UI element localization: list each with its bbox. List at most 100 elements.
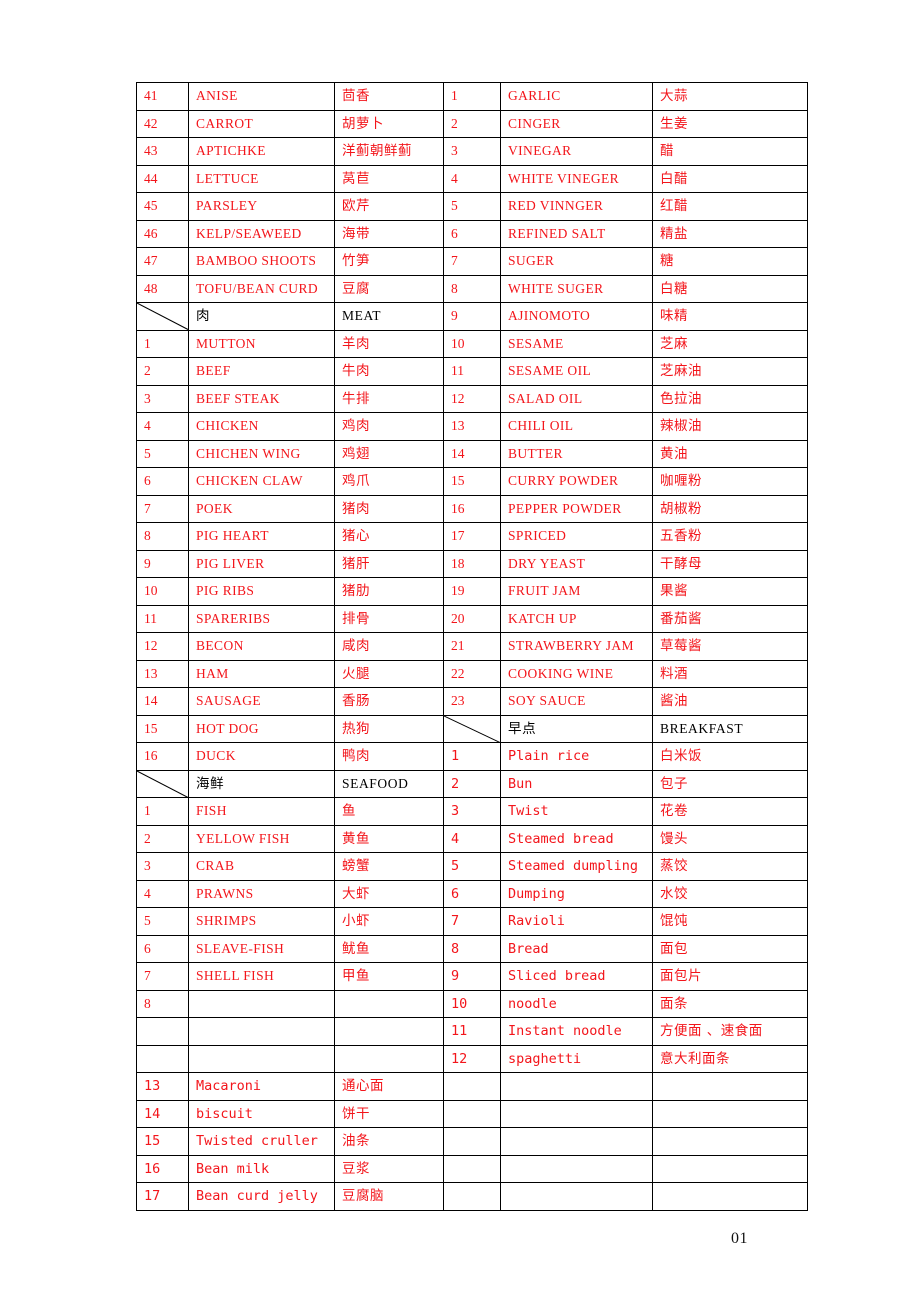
table-row: 2 YELLOW FISH 黄鱼 4 Steamed bread 馒头 — [136, 824, 808, 853]
cell-number: 3 — [136, 852, 189, 881]
cell-chinese: 红醋 — [652, 192, 808, 221]
cell-number: 6 — [443, 879, 501, 908]
cell-number: 48 — [136, 274, 189, 303]
cell-chinese: 香肠 — [334, 687, 444, 716]
cell-english: Twisted cruller — [188, 1127, 335, 1156]
section-label-en: BREAKFAST — [652, 714, 808, 743]
cell-chinese: 馄饨 — [652, 907, 808, 936]
cell-number: 17 — [443, 522, 501, 551]
cell-number: 18 — [443, 549, 501, 578]
cell-english: PRAWNS — [188, 879, 335, 908]
cell-english: Sliced bread — [500, 962, 653, 991]
table-row: 6 CHICKEN CLAW 鸡爪 15 CURRY POWDER 咖喱粉 — [136, 467, 808, 496]
cell-number: 7 — [443, 247, 501, 276]
cell-english — [188, 989, 335, 1018]
cell-number — [136, 1044, 189, 1073]
cell-english: Steamed bread — [500, 824, 653, 853]
cell-number: 20 — [443, 604, 501, 633]
diagonal-slash-cell — [136, 769, 189, 798]
cell-english: FRUIT JAM — [500, 577, 653, 606]
cell-number: 8 — [443, 934, 501, 963]
cell-number: 7 — [443, 907, 501, 936]
cell-number: 8 — [136, 522, 189, 551]
cell-chinese: 味精 — [652, 302, 808, 331]
cell-english: WHITE VINEGER — [500, 164, 653, 193]
cell-chinese: 大虾 — [334, 879, 444, 908]
cell-english: Steamed dumpling — [500, 852, 653, 881]
cell-english: KATCH UP — [500, 604, 653, 633]
cell-chinese — [334, 1044, 444, 1073]
cell-english: Macaroni — [188, 1072, 335, 1101]
cell-chinese: 面包片 — [652, 962, 808, 991]
cell-number: 6 — [443, 219, 501, 248]
cell-chinese — [334, 1017, 444, 1046]
table-row: 13 HAM 火腿 22 COOKING WINE 料酒 — [136, 659, 808, 688]
cell-english: COOKING WINE — [500, 659, 653, 688]
table-row: 46 KELP/SEAWEED 海带 6 REFINED SALT 精盐 — [136, 219, 808, 248]
cell-chinese: 糖 — [652, 247, 808, 276]
cell-english: KELP/SEAWEED — [188, 219, 335, 248]
cell-chinese: 包子 — [652, 769, 808, 798]
cell-number: 11 — [443, 357, 501, 386]
cell-number: 2 — [136, 357, 189, 386]
cell-english — [500, 1099, 653, 1128]
cell-english: CURRY POWDER — [500, 467, 653, 496]
cell-english: Bread — [500, 934, 653, 963]
cell-chinese: 咸肉 — [334, 632, 444, 661]
cell-chinese: 黄油 — [652, 439, 808, 468]
cell-english: CARROT — [188, 109, 335, 138]
cell-number: 2 — [136, 824, 189, 853]
cell-chinese: 色拉油 — [652, 384, 808, 413]
cell-english: HAM — [188, 659, 335, 688]
table-row: 16 DUCK 鸭肉 1 Plain rice 白米饭 — [136, 742, 808, 771]
cell-chinese: 方便面 、速食面 — [652, 1017, 808, 1046]
cell-chinese: 竹笋 — [334, 247, 444, 276]
cell-number: 9 — [443, 962, 501, 991]
cell-chinese: 欧芹 — [334, 192, 444, 221]
table-row: 45 PARSLEY 欧芹 5 RED VINNGER 红醋 — [136, 192, 808, 221]
cell-english: WHITE SUGER — [500, 274, 653, 303]
table-row: 42 CARROT 胡萝卜 2 CINGER 生姜 — [136, 109, 808, 138]
cell-chinese: 鸡肉 — [334, 412, 444, 441]
cell-english: DUCK — [188, 742, 335, 771]
cell-english: SLEAVE-FISH — [188, 934, 335, 963]
cell-number: 1 — [443, 742, 501, 771]
cell-number: 1 — [136, 797, 189, 826]
cell-chinese: 醋 — [652, 137, 808, 166]
section-label-zh: 早点 — [500, 714, 653, 743]
cell-chinese: 料酒 — [652, 659, 808, 688]
cell-chinese: 胡萝卜 — [334, 109, 444, 138]
cell-chinese: 生姜 — [652, 109, 808, 138]
cell-number: 10 — [443, 329, 501, 358]
cell-english: MUTTON — [188, 329, 335, 358]
cell-number: 6 — [136, 467, 189, 496]
cell-chinese: 芝麻 — [652, 329, 808, 358]
cell-chinese: 茴香 — [334, 82, 444, 111]
cell-chinese: 花卷 — [652, 797, 808, 826]
cell-number: 10 — [443, 989, 501, 1018]
table-row: 9 PIG LIVER 猪肝 18 DRY YEAST 干酵母 — [136, 549, 808, 578]
cell-number: 17 — [136, 1182, 189, 1211]
cell-number: 9 — [443, 302, 501, 331]
cell-number: 21 — [443, 632, 501, 661]
cell-english: Bun — [500, 769, 653, 798]
cell-number: 5 — [443, 852, 501, 881]
cell-chinese: 白醋 — [652, 164, 808, 193]
table-row: 48 TOFU/BEAN CURD 豆腐 8 WHITE SUGER 白糖 — [136, 274, 808, 303]
cell-chinese: 猪肉 — [334, 494, 444, 523]
cell-number — [136, 1017, 189, 1046]
cell-english: VINEGAR — [500, 137, 653, 166]
cell-number: 12 — [136, 632, 189, 661]
cell-number: 41 — [136, 82, 189, 111]
cell-number — [443, 1154, 501, 1183]
section-label-zh: 肉 — [188, 302, 335, 331]
cell-english: SAUSAGE — [188, 687, 335, 716]
table-row: 11 Instant noodle 方便面 、速食面 — [136, 1017, 808, 1046]
cell-english: SPARERIBS — [188, 604, 335, 633]
cell-english: SHRIMPS — [188, 907, 335, 936]
cell-english: POEK — [188, 494, 335, 523]
cell-chinese: 蒸饺 — [652, 852, 808, 881]
cell-english: Ravioli — [500, 907, 653, 936]
table-row: 4 CHICKEN 鸡肉 13 CHILI OIL 辣椒油 — [136, 412, 808, 441]
cell-number: 4 — [136, 412, 189, 441]
